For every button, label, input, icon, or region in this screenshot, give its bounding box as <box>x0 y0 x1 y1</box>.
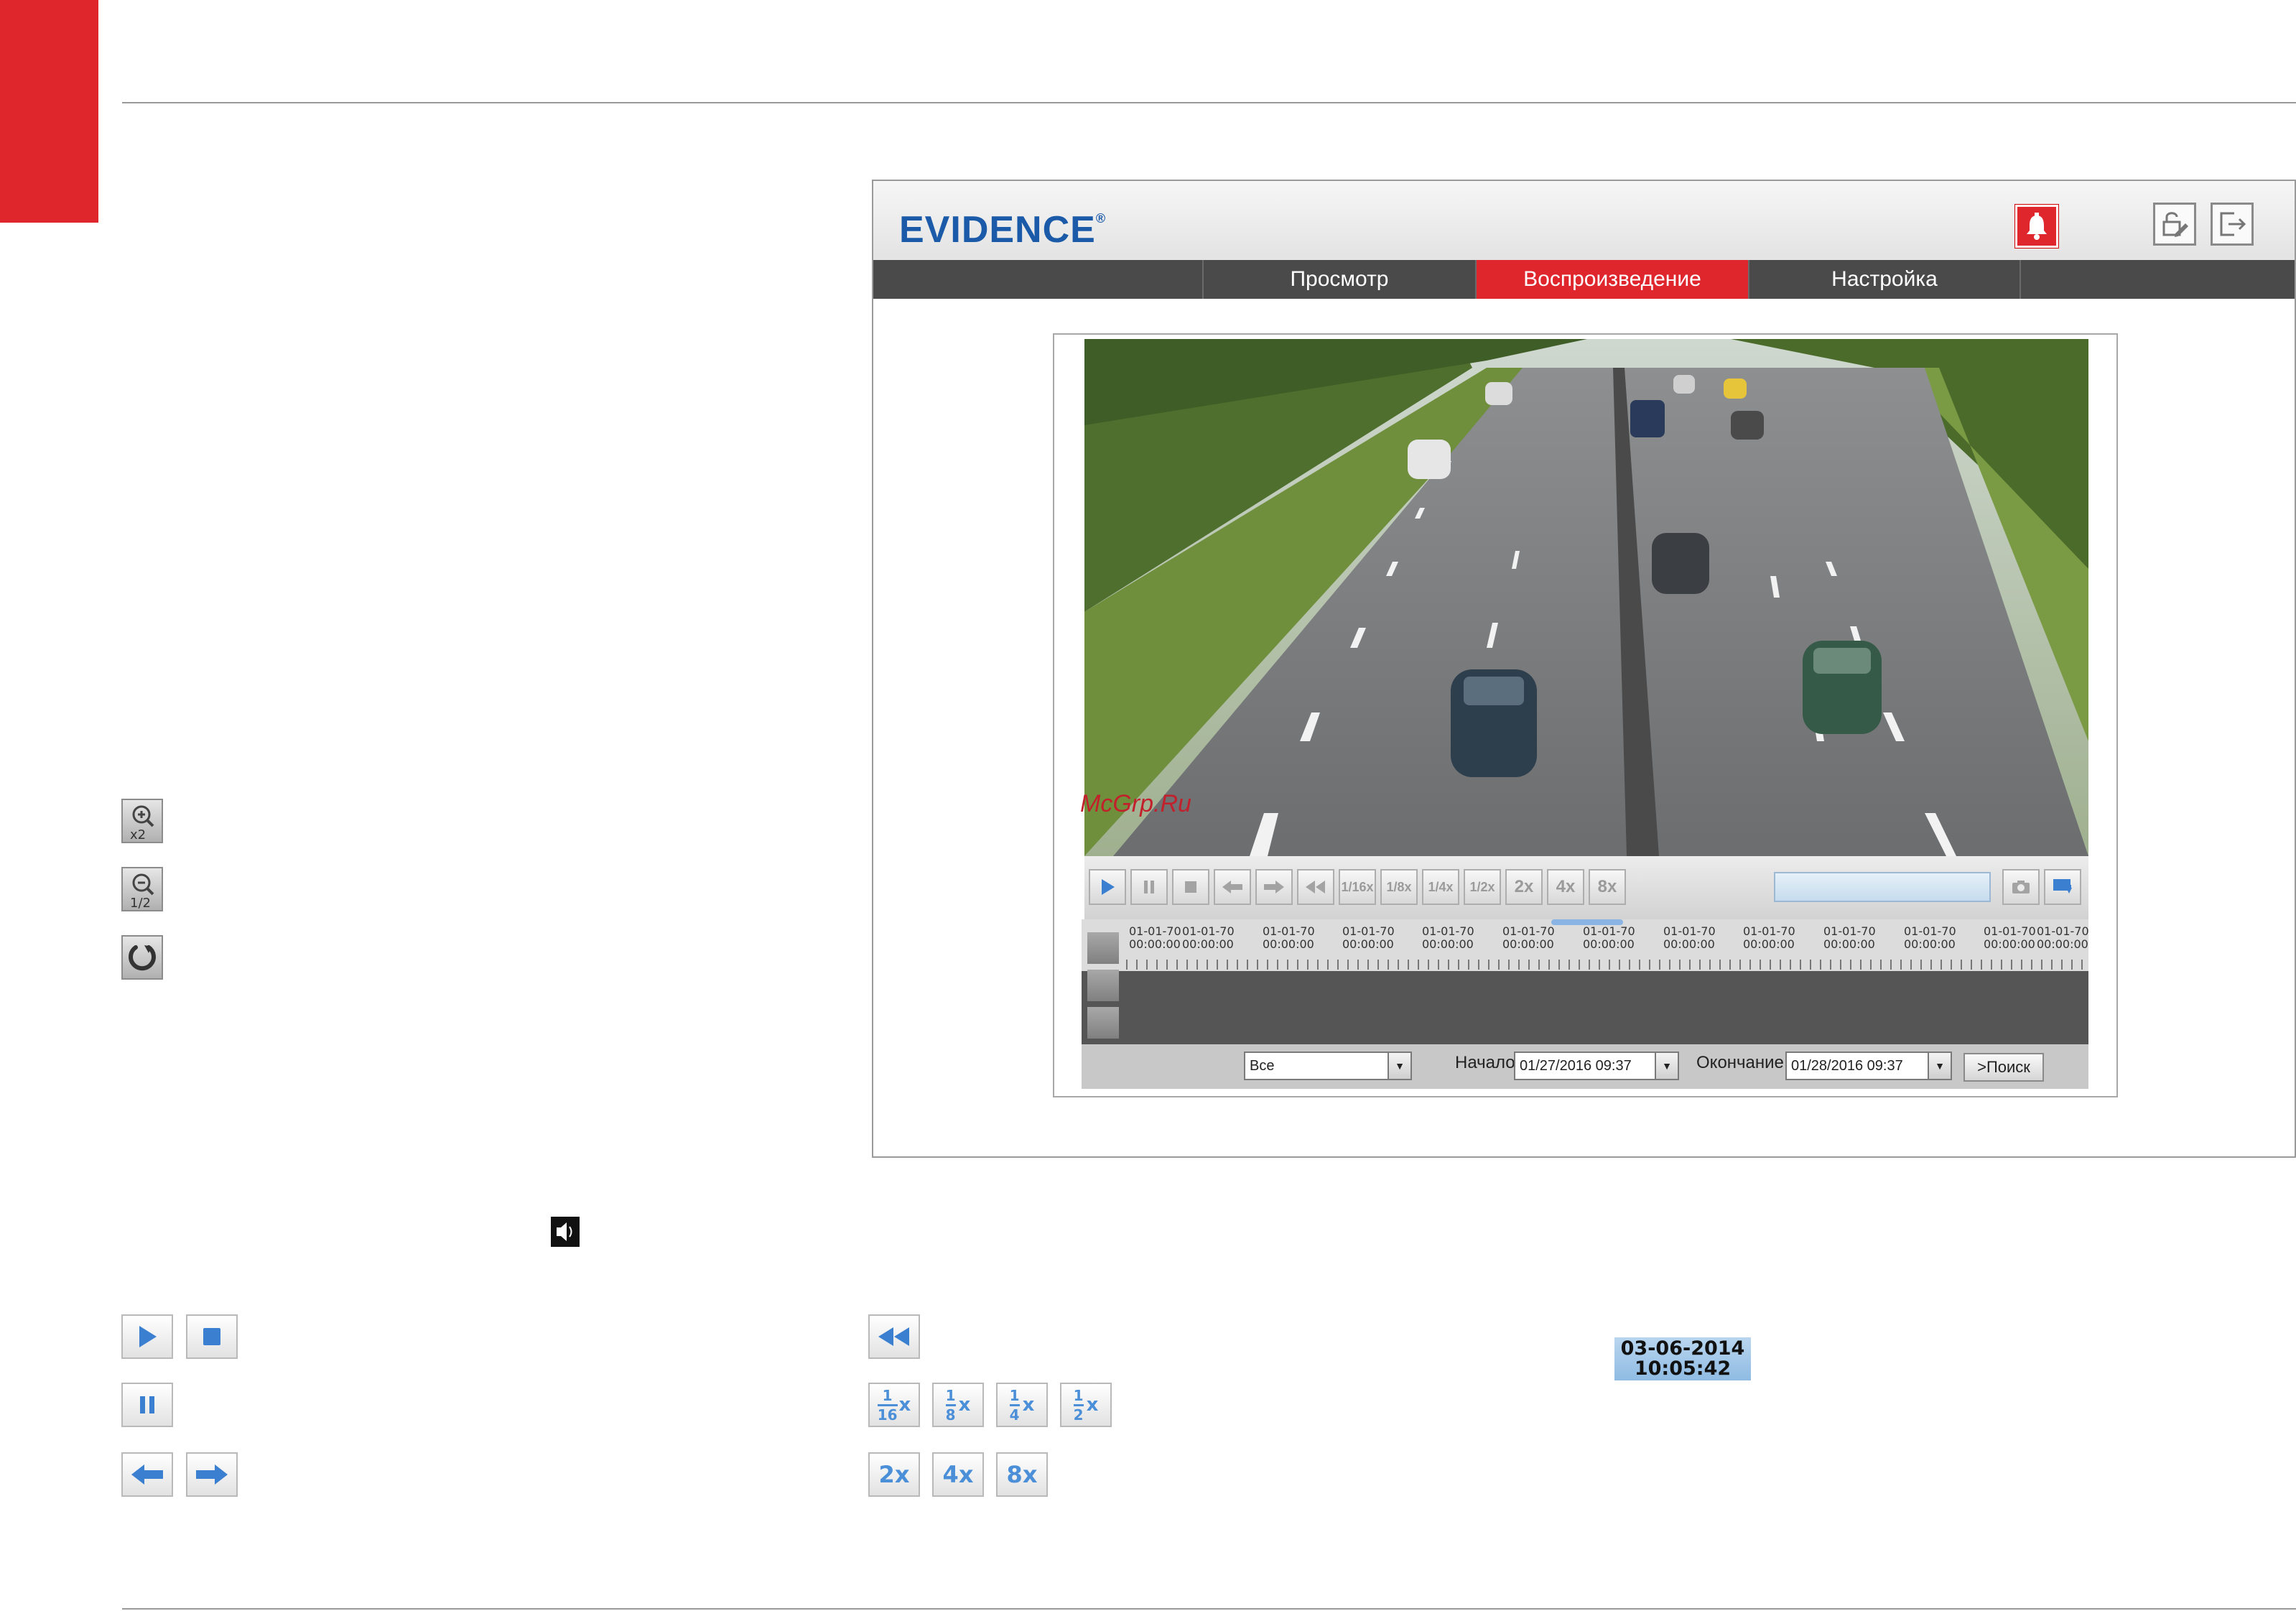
timeline-label: 01-01-70 00:00:00 <box>1263 924 1315 951</box>
prev-frame-button[interactable] <box>1214 869 1251 905</box>
zoom-in-x2-icon: x2 <box>121 799 163 843</box>
tab-playback[interactable]: Воспроизведение <box>1475 260 1748 299</box>
timeline-zoom-in-icon[interactable] <box>1087 932 1119 964</box>
chevron-down-icon: ▼ <box>1388 1053 1410 1079</box>
datetime-display: 03-06-2014 10:05:42 <box>1614 1337 1751 1380</box>
time-display-field <box>1774 872 1991 902</box>
chevron-down-icon: ▼ <box>1655 1053 1678 1079</box>
timeline-label: 01-01-70 00:00:00 <box>1502 924 1555 951</box>
snapshot-button[interactable] <box>2002 869 2040 905</box>
end-datetime-field[interactable]: 01/28/2016 09:37 ▼ <box>1785 1051 1952 1080</box>
zoom-out-half-icon: 1/2 <box>121 867 163 911</box>
playback-player: 1/16x 1/8x 1/4x 1/2x 2x 4x 8x 01-01-70 0… <box>1053 333 2118 1097</box>
timeline-label: 01-01-70 00:00:00 <box>1129 924 1181 951</box>
speed-1-2-button[interactable]: 1/2x <box>1464 869 1501 905</box>
video-frame[interactable] <box>1084 339 2088 856</box>
speed-4x-icon: 4x <box>932 1452 984 1497</box>
lock-edit-icon[interactable] <box>2153 203 2196 246</box>
svg-text:x2: x2 <box>130 827 146 842</box>
speed-8x-icon: 8x <box>996 1452 1048 1497</box>
refresh-icon <box>121 935 163 980</box>
speed-4x-button[interactable]: 4x <box>1547 869 1584 905</box>
speed-1-16-icon: 1 16 x <box>868 1383 920 1427</box>
web-interface-screenshot: EVIDENCE® Просмотр Воспроизведение Настр… <box>872 180 2296 1158</box>
pause-button[interactable] <box>1130 869 1168 905</box>
main-nav: Просмотр Воспроизведение Настройка <box>873 260 2295 299</box>
timeline-label: 01-01-70 00:00:00 <box>1743 924 1795 951</box>
start-label: Начало <box>1455 1053 1515 1072</box>
timeline[interactable]: 01-01-70 00:00:00 01-01-70 00:00:00 01-0… <box>1082 919 2089 1044</box>
tab-view[interactable]: Просмотр <box>1202 260 1475 299</box>
speed-1-2-icon: 12x <box>1060 1383 1112 1427</box>
datetime-date: 03-06-2014 <box>1620 1337 1745 1360</box>
page-color-tab <box>0 0 98 223</box>
logo: EVIDENCE® <box>899 209 1107 251</box>
chevron-down-icon: ▼ <box>1928 1053 1951 1079</box>
speaker-icon <box>551 1217 580 1247</box>
rewind-button[interactable] <box>1297 869 1334 905</box>
playback-controls: 1/16x 1/8x 1/4x 1/2x 2x 4x 8x <box>1084 856 2088 919</box>
timeline-refresh-icon[interactable] <box>1087 1007 1119 1039</box>
timeline-zoom-out-icon[interactable] <box>1087 970 1119 1001</box>
search-button[interactable]: >Поиск <box>1963 1053 2044 1082</box>
stop-button[interactable] <box>1172 869 1209 905</box>
app-header: EVIDENCE® <box>873 181 2295 260</box>
svg-text:1/2: 1/2 <box>130 896 151 910</box>
next-frame-icon <box>186 1452 238 1497</box>
play-button[interactable] <box>1089 869 1126 905</box>
logout-icon[interactable] <box>2211 203 2254 246</box>
search-bar: Все ▼ Начало 01/27/2016 09:37 ▼ Окончание … <box>1082 1044 2088 1089</box>
alarm-bell-icon[interactable] <box>2014 204 2059 249</box>
pause-icon <box>121 1383 173 1427</box>
timeline-label: 01-01-70 00:00:00 <box>1823 924 1876 951</box>
start-datetime-field[interactable]: 01/27/2016 09:37 ▼ <box>1514 1051 1679 1080</box>
timeline-label: 01-01-70 00:00:00 <box>2037 924 2089 951</box>
timeline-label: 01-01-70 00:00:00 <box>1583 924 1635 951</box>
rewind-icon <box>868 1314 920 1359</box>
prev-frame-icon <box>121 1452 173 1497</box>
speed-1-4-icon: 14x <box>996 1383 1048 1427</box>
bottom-divider <box>122 1608 2296 1610</box>
speed-1-8-icon: 18x <box>932 1383 984 1427</box>
stop-icon <box>186 1314 238 1359</box>
download-button[interactable] <box>2044 869 2081 905</box>
event-type-select[interactable]: Все ▼ <box>1244 1051 1412 1080</box>
speed-1-8-button[interactable]: 1/8x <box>1380 869 1418 905</box>
timeline-label: 01-01-70 00:00:00 <box>1904 924 1956 951</box>
speed-1-4-button[interactable]: 1/4x <box>1422 869 1459 905</box>
top-divider <box>122 102 2296 103</box>
timeline-ticks <box>1126 960 2088 970</box>
play-icon <box>121 1314 173 1359</box>
next-frame-button[interactable] <box>1255 869 1293 905</box>
speed-2x-button[interactable]: 2x <box>1505 869 1543 905</box>
tab-settings[interactable]: Настройка <box>1748 260 2021 299</box>
timeline-label: 01-01-70 00:00:00 <box>1182 924 1235 951</box>
end-label: Окончание <box>1696 1053 1784 1072</box>
speed-8x-button[interactable]: 8x <box>1589 869 1626 905</box>
speed-1-16-button[interactable]: 1/16x <box>1339 869 1376 905</box>
timeline-scale: 01-01-70 00:00:00 01-01-70 00:00:00 01-0… <box>1082 919 2089 971</box>
speed-2x-icon: 2x <box>868 1452 920 1497</box>
timeline-label: 01-01-70 00:00:00 <box>1422 924 1474 951</box>
watermark: McGrp.Ru <box>1080 790 1191 817</box>
timeline-label: 01-01-70 00:00:00 <box>1663 924 1716 951</box>
datetime-time: 10:05:42 <box>1634 1357 1732 1380</box>
timeline-label: 01-01-70 00:00:00 <box>1342 924 1395 951</box>
timeline-label: 01-01-70 00:00:00 <box>1984 924 2036 951</box>
